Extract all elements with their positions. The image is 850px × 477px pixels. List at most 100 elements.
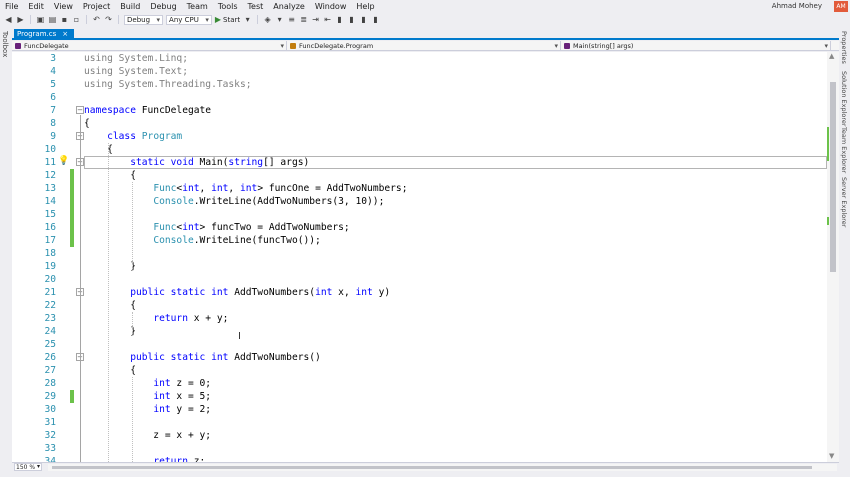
clear-bookmarks-icon[interactable]: ▮ [371, 15, 380, 24]
dropdown-icon[interactable]: ▾ [243, 15, 252, 24]
code-line[interactable]: 28 int z = 0; [12, 377, 827, 390]
code-line[interactable]: 17 Console.WriteLine(funcTwo()); [12, 234, 827, 247]
prev-bookmark-icon[interactable]: ▮ [347, 15, 356, 24]
scroll-down-icon[interactable]: ▼ [829, 452, 834, 460]
line-number: 8 [50, 118, 56, 129]
browser-link-icon[interactable]: ◈ [263, 15, 272, 24]
code-text: using System.Threading.Tasks; [84, 79, 252, 90]
code-line[interactable]: 5 using System.Threading.Tasks; [12, 78, 827, 91]
line-number: 14 [44, 196, 56, 207]
line-number: 15 [44, 209, 56, 220]
code-line[interactable]: 34 return z; [12, 455, 827, 462]
hscrollbar-thumb[interactable] [52, 466, 812, 469]
bookmark-icon[interactable]: ▮ [335, 15, 344, 24]
vertical-scrollbar[interactable]: ▲ ▼ [827, 52, 839, 462]
code-line[interactable]: 31 [12, 416, 827, 429]
code-line[interactable]: 4 using System.Text; [12, 65, 827, 78]
back-icon[interactable]: ◀ [4, 15, 13, 24]
properties-tab[interactable]: Properties [840, 31, 848, 64]
code-line[interactable]: 21− public static int AddTwoNumbers(int … [12, 286, 827, 299]
scrollbar-thumb[interactable] [830, 82, 836, 272]
comment-icon[interactable]: ≡ [287, 15, 296, 24]
outdent-icon[interactable]: ⇤ [323, 15, 332, 24]
toolbox-tab[interactable]: Toolbox [1, 31, 9, 57]
menu-team[interactable]: Team [182, 0, 213, 13]
code-line[interactable]: 16 Func<int> funcTwo = AddTwoNumbers; [12, 221, 827, 234]
lightbulb-icon[interactable]: 💡 [58, 156, 69, 166]
line-number: 27 [44, 365, 56, 376]
menu-window[interactable]: Window [310, 0, 352, 13]
code-line[interactable]: 18 [12, 247, 827, 260]
solution-explorer-tab[interactable]: Solution Explorer [840, 71, 848, 127]
code-line[interactable]: 25 [12, 338, 827, 351]
menu-debug[interactable]: Debug [145, 0, 181, 13]
user-name[interactable]: Ahmad Mohey [772, 0, 822, 13]
close-icon[interactable]: × [62, 29, 68, 39]
indent-icon[interactable]: ⇥ [311, 15, 320, 24]
code-line[interactable]: 14 Console.WriteLine(AddTwoNumbers(3, 10… [12, 195, 827, 208]
uncomment-icon[interactable]: ≣ [299, 15, 308, 24]
menu-view[interactable]: View [49, 0, 78, 13]
zoom-select[interactable]: 150 % [14, 463, 42, 471]
code-line[interactable]: 6 [12, 91, 827, 104]
code-line[interactable]: 23 return x + y; [12, 312, 827, 325]
solution-config-select[interactable]: Debug [124, 14, 164, 25]
next-bookmark-icon[interactable]: ▮ [359, 15, 368, 24]
code-line[interactable]: 3 using System.Linq; [12, 52, 827, 65]
code-line[interactable]: 33 [12, 442, 827, 455]
menu-file[interactable]: File [0, 0, 23, 13]
menu-analyze[interactable]: Analyze [268, 0, 310, 13]
code-line[interactable]: 8{ [12, 117, 827, 130]
code-line[interactable]: 7 − namespace FuncDelegate [12, 104, 827, 117]
avatar[interactable]: AM [834, 1, 848, 12]
code-line[interactable]: 20 [12, 273, 827, 286]
start-label: Start [223, 15, 241, 24]
code-line[interactable]: 29 int x = 5; [12, 390, 827, 403]
undo-icon[interactable]: ↶ [92, 15, 101, 24]
menu-test[interactable]: Test [243, 0, 269, 13]
team-explorer-tab[interactable]: Team Explorer [840, 127, 848, 173]
code-line[interactable]: 32 z = x + y; [12, 429, 827, 442]
menu-tools[interactable]: Tools [213, 0, 243, 13]
code-line[interactable]: 10 { [12, 143, 827, 156]
code-line[interactable]: 26− public static int AddTwoNumbers() [12, 351, 827, 364]
menu-build[interactable]: Build [115, 0, 145, 13]
project-dropdown[interactable]: FuncDelegate [12, 41, 287, 51]
collapse-icon[interactable]: − [76, 106, 84, 114]
find-icon[interactable]: ▾ [275, 15, 284, 24]
code-text: { [84, 170, 136, 181]
code-line[interactable]: 22 { [12, 299, 827, 312]
member-dropdown[interactable]: Main(string[] args) [561, 41, 831, 51]
code-line[interactable]: 24 } [12, 325, 827, 338]
code-text: Console.WriteLine(funcTwo()); [153, 235, 321, 246]
code-line[interactable]: 15 [12, 208, 827, 221]
change-indicator [70, 234, 74, 247]
code-editor[interactable]: 3 using System.Linq; 4 using System.Text; 5 u… [12, 52, 827, 462]
code-line[interactable]: 27 { [12, 364, 827, 377]
code-line[interactable]: 9− class Program [12, 130, 827, 143]
code-line[interactable]: 30 int y = 2; [12, 403, 827, 416]
save-icon[interactable]: ▪ [60, 15, 69, 24]
code-line[interactable]: 13 Func<int, int, int> funcOne = AddTwoN… [12, 182, 827, 195]
fold-line [80, 180, 81, 271]
open-file-icon[interactable]: ▤ [48, 15, 57, 24]
code-line[interactable]: 19 } [12, 260, 827, 273]
code-line[interactable]: 12 { [12, 169, 827, 182]
line-number: 25 [44, 339, 56, 350]
menu-help[interactable]: Help [351, 0, 379, 13]
new-project-icon[interactable]: ▣ [36, 15, 45, 24]
redo-icon[interactable]: ↷ [104, 15, 113, 24]
menu-edit[interactable]: Edit [23, 0, 49, 13]
toolbar-separator [30, 15, 31, 24]
code-text: } [84, 326, 136, 337]
class-dropdown[interactable]: FuncDelegate.Program [287, 41, 561, 51]
horizontal-scrollbar[interactable] [48, 464, 837, 471]
start-button[interactable]: ▶ Start [215, 15, 240, 24]
forward-icon[interactable]: ▶ [16, 15, 25, 24]
menu-project[interactable]: Project [78, 0, 115, 13]
platform-select[interactable]: Any CPU [166, 14, 212, 25]
save-all-icon[interactable]: ▫ [72, 15, 81, 24]
scroll-up-icon[interactable]: ▲ [829, 52, 834, 60]
server-explorer-tab[interactable]: Server Explorer [840, 177, 848, 227]
tab-program-cs[interactable]: Program.cs × [14, 29, 75, 39]
